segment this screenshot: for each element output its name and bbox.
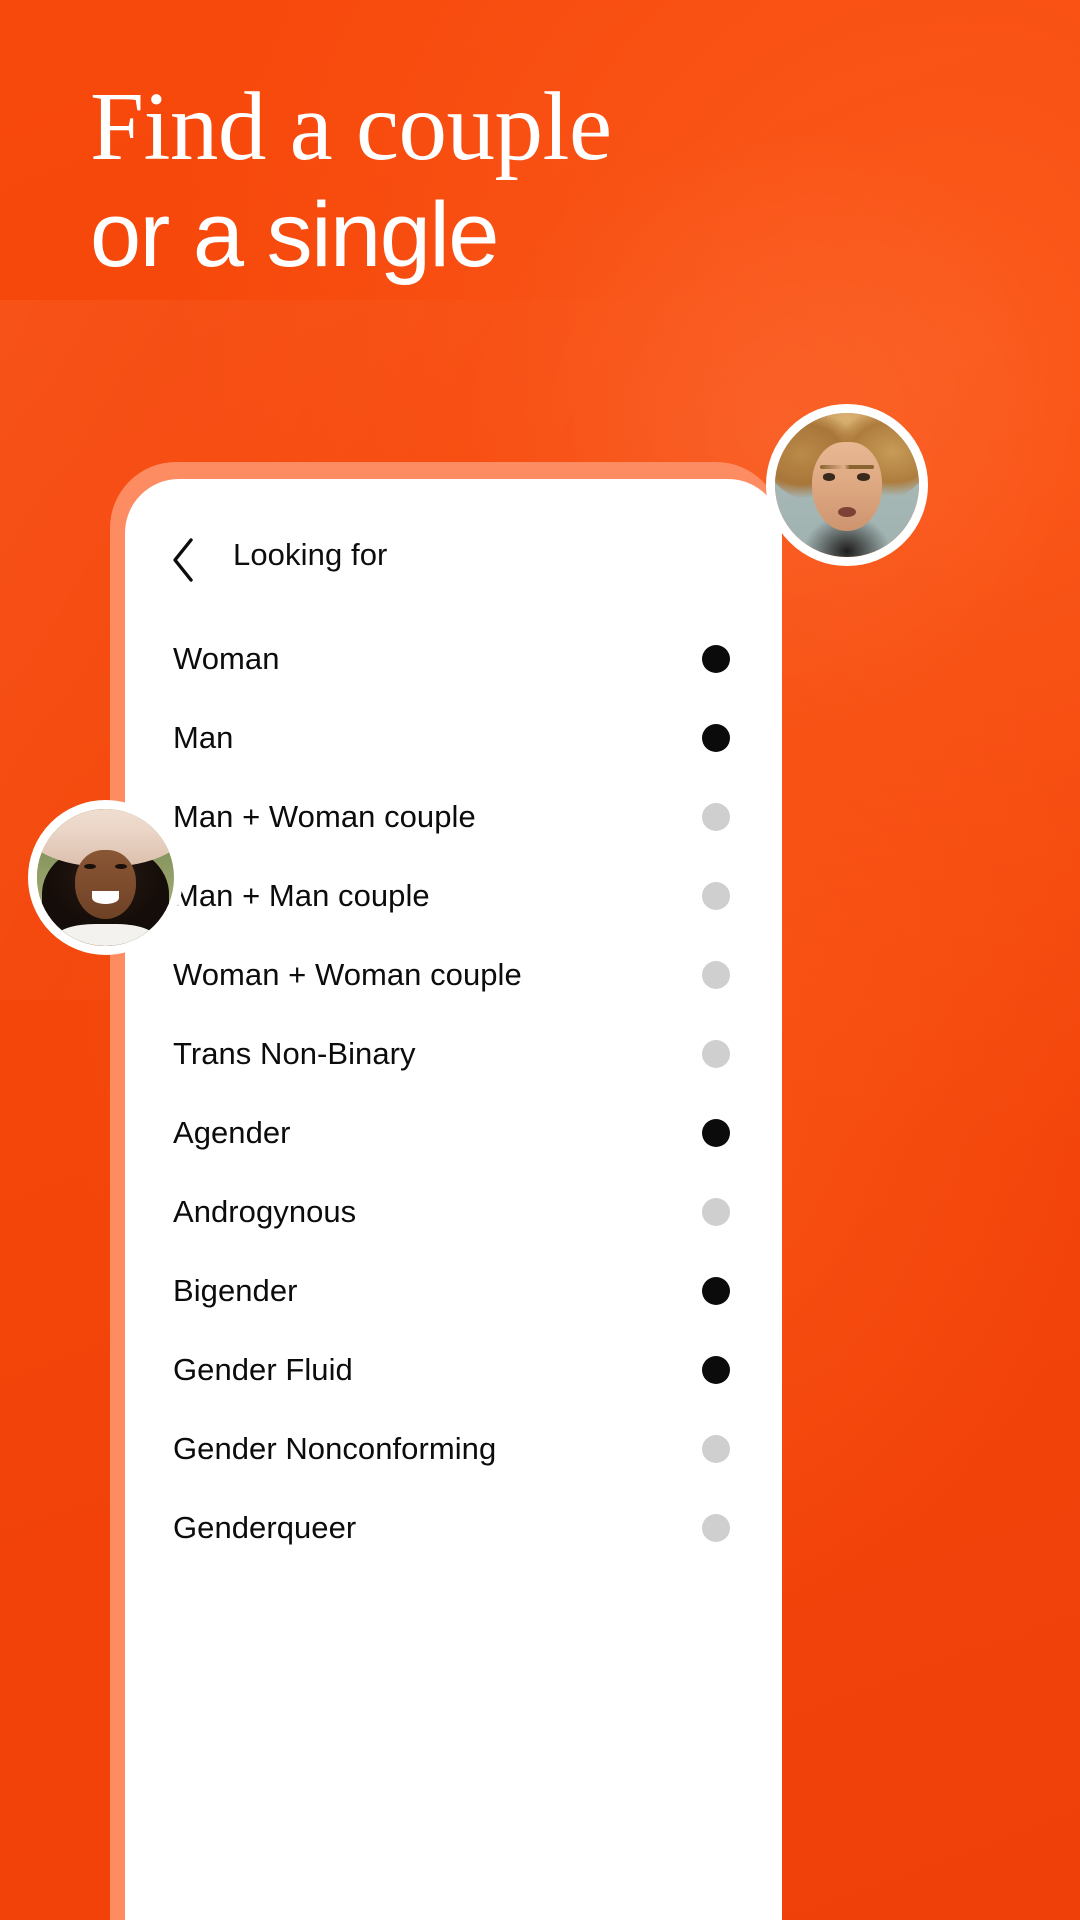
option-row[interactable]: Trans Non-Binary bbox=[125, 1014, 782, 1093]
avatar-left-photo bbox=[37, 809, 174, 946]
headline-line-1: Find a couple bbox=[90, 73, 612, 180]
option-row[interactable]: Agender bbox=[125, 1093, 782, 1172]
radio-dot-selected[interactable] bbox=[702, 1276, 730, 1305]
option-row[interactable]: Woman bbox=[125, 619, 782, 698]
option-label: Man bbox=[173, 719, 234, 755]
headline-line-2: or a single bbox=[90, 184, 499, 286]
option-label: Genderqueer bbox=[173, 1509, 357, 1545]
avatar-left bbox=[28, 800, 183, 955]
chevron-left-icon bbox=[170, 537, 196, 583]
option-label: Androgynous bbox=[173, 1193, 357, 1229]
card-surface: Looking for Woman Man Man + Woman couple Ma… bbox=[125, 479, 782, 1920]
option-row[interactable]: Gender Fluid bbox=[125, 1330, 782, 1409]
option-row[interactable]: Bigender bbox=[125, 1251, 782, 1330]
card-header: Looking for bbox=[125, 479, 782, 619]
looking-for-options-list: Woman Man Man + Woman couple Man + Man coup… bbox=[125, 619, 782, 1567]
page-title: Looking for bbox=[233, 537, 388, 572]
radio-dot-unselected[interactable] bbox=[702, 1039, 730, 1068]
radio-dot-unselected[interactable] bbox=[702, 802, 730, 831]
option-row[interactable]: Man bbox=[125, 698, 782, 777]
radio-dot-unselected[interactable] bbox=[702, 960, 730, 989]
option-label: Gender Fluid bbox=[173, 1351, 353, 1387]
option-row[interactable]: Man + Woman couple bbox=[125, 777, 782, 856]
option-row[interactable]: Genderqueer bbox=[125, 1488, 782, 1567]
option-row[interactable]: Woman + Woman couple bbox=[125, 935, 782, 1014]
radio-dot-unselected[interactable] bbox=[702, 881, 730, 910]
avatar-top-right bbox=[766, 404, 928, 566]
option-label: Gender Nonconforming bbox=[173, 1430, 497, 1466]
radio-dot-unselected[interactable] bbox=[702, 1197, 730, 1226]
radio-dot-selected[interactable] bbox=[702, 723, 730, 752]
option-label: Man + Woman couple bbox=[173, 798, 476, 834]
phone-screen-card: Looking for Woman Man Man + Woman couple Ma… bbox=[110, 462, 782, 1920]
option-row[interactable]: Androgynous bbox=[125, 1172, 782, 1251]
radio-dot-selected[interactable] bbox=[702, 1118, 730, 1147]
option-label: Agender bbox=[173, 1114, 291, 1150]
option-label: Bigender bbox=[173, 1272, 298, 1308]
option-row[interactable]: Man + Man couple bbox=[125, 856, 782, 935]
option-label: Trans Non-Binary bbox=[173, 1035, 416, 1071]
radio-dot-unselected[interactable] bbox=[702, 1513, 730, 1542]
back-button[interactable] bbox=[161, 533, 205, 587]
option-label: Woman bbox=[173, 640, 280, 676]
radio-dot-selected[interactable] bbox=[702, 1355, 730, 1384]
option-row[interactable]: Gender Nonconforming bbox=[125, 1409, 782, 1488]
radio-dot-unselected[interactable] bbox=[702, 1434, 730, 1463]
option-label: Man + Man couple bbox=[173, 877, 430, 913]
option-label: Woman + Woman couple bbox=[173, 956, 522, 992]
avatar-top-right-photo bbox=[775, 413, 919, 557]
radio-dot-selected[interactable] bbox=[702, 644, 730, 673]
promo-headline: Find a couple or a single bbox=[90, 78, 612, 281]
